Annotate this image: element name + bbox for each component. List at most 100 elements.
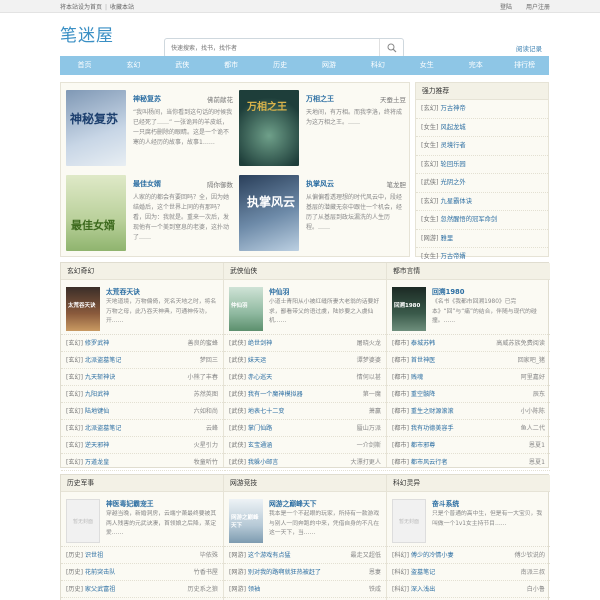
book-title[interactable]: 回溯1980 — [432, 286, 465, 296]
nav-item-home[interactable]: 首页 — [60, 56, 109, 75]
item-name[interactable]: 这个游戏有点猛 — [248, 552, 291, 559]
item-author[interactable]: 回家吧_猪 — [518, 352, 545, 368]
list-item-book[interactable]: [都市] 我有功德美容手 — [392, 420, 454, 436]
item-author[interactable]: 小小陈陈 — [521, 403, 545, 419]
item-name[interactable]: 泰城苏韩 — [411, 340, 435, 347]
item-name[interactable]: 九天斩神诀 — [85, 374, 115, 381]
list-item-book[interactable]: [武侠] 绝世剑神 — [229, 335, 272, 351]
item-author[interactable]: 一介剑斯 — [357, 437, 381, 453]
book-author[interactable]: 隔你御数 — [207, 179, 233, 189]
list-item-book[interactable]: [玄幻] 九阳武神 — [66, 386, 109, 402]
item-name[interactable]: 深入浅出 — [411, 586, 435, 593]
list-item[interactable]: [网游] 别对我的路啊就狂热被赶了 恩妻 — [224, 564, 386, 581]
featured-book[interactable]: 最佳女婿 最佳女婿 隔你御数 人家的的都会有要回吗？全，因为她结婚后，这个世界上… — [63, 172, 233, 254]
category-title[interactable]: 玄幻奇幻 — [61, 263, 223, 280]
list-item-book[interactable]: [玄幻] 北派盗墓笔记 — [66, 420, 121, 436]
item-name[interactable]: 识世祖 — [85, 552, 103, 559]
item-name[interactable]: 万道龙皇 — [85, 459, 109, 466]
item-name[interactable]: 万古帝婿 — [441, 253, 466, 260]
item-author[interactable]: 白小鲁 — [527, 581, 545, 597]
search-button[interactable] — [379, 39, 403, 57]
list-item-book[interactable]: [玄幻] 北派盗墓笔记 — [66, 352, 121, 368]
item-author[interactable]: 恩夏1 — [529, 437, 545, 453]
bookmark-site-link[interactable]: 收藏本站 — [110, 4, 134, 11]
item-name[interactable]: 重生之财源滚滚 — [411, 408, 454, 415]
list-item[interactable]: [玄幻] 北派盗墓笔记 梦回三 — [61, 352, 223, 369]
list-item-book[interactable]: [玄幻] 万道龙皇 — [66, 454, 109, 470]
book-title[interactable]: 太荒吞天诀 — [106, 286, 140, 296]
list-item[interactable]: [科幻] 盗墓笔记 南派三叔 — [387, 564, 550, 581]
item-author[interactable]: 情何以甚 — [357, 369, 381, 385]
item-name[interactable]: 北派盗墓笔记 — [85, 425, 122, 432]
book-title[interactable]: 神医毒妃霸宠王 — [106, 498, 154, 508]
item-name[interactable]: 首世神医 — [411, 357, 435, 364]
recommend-item[interactable]: [女生] 灵境行者 — [416, 137, 548, 156]
list-item[interactable]: [科幻] 深入浅出 白小鲁 — [387, 581, 550, 598]
list-item[interactable]: [武侠] 妹天运 谭梦婆婆 — [224, 352, 386, 369]
list-item[interactable]: [都市] 首世神医 回家吧_猪 — [387, 352, 550, 369]
category-title[interactable]: 历史军事 — [61, 475, 223, 492]
item-name[interactable]: 九阳武神 — [85, 391, 109, 398]
nav-item-completed[interactable]: 完本 — [451, 56, 500, 75]
list-item-book[interactable]: [都市] 重生之财源滚滚 — [392, 403, 454, 419]
recommend-item[interactable]: [女生] 忽然醒悟的冠军命剑 — [416, 211, 548, 230]
item-author[interactable]: 鱼人二代 — [521, 420, 545, 436]
nav-item-scifi[interactable]: 科幻 — [353, 56, 402, 75]
recommend-item[interactable]: [武侠] 光阴之外 — [416, 174, 548, 193]
book-author[interactable]: 天蚕土豆 — [380, 94, 406, 104]
book-title[interactable]: 执掌风云 — [306, 179, 334, 189]
item-name[interactable]: 我有一个魔神模拟器 — [248, 391, 303, 398]
list-item[interactable]: [历史] 识世祖 毕依殊 — [61, 547, 223, 564]
item-name[interactable]: 地表七十二变 — [248, 408, 285, 415]
item-name[interactable]: 玄宝通涵 — [248, 442, 272, 449]
book-cover[interactable]: 暂无封面 — [392, 499, 426, 543]
recommend-item[interactable]: [女生] 风起龙城 — [416, 119, 548, 137]
list-item[interactable]: [历史] 家父武富祖 历史系之狼 — [61, 581, 223, 598]
list-item[interactable]: [网游] 领袖 铁咸 — [224, 581, 386, 598]
item-author[interactable]: 历史系之狼 — [188, 581, 218, 597]
item-author[interactable]: 云峰 — [206, 420, 218, 436]
item-author[interactable]: 牧童听竹 — [194, 454, 218, 470]
item-name[interactable]: 轮回乐园 — [441, 161, 466, 168]
list-item[interactable]: [玄幻] 万道龙皇 牧童听竹 — [61, 454, 223, 471]
item-author[interactable]: 最走又超低 — [351, 547, 381, 563]
item-author[interactable]: 善良的蜜蜂 — [188, 335, 218, 351]
category-top-book[interactable]: 暂无封面 神医毒妃霸宠王 穿越当晚，新婚洞房，云端宁萧最终要被其两人残害的元武诀凄，… — [61, 492, 223, 547]
item-author[interactable]: 阿里嘉好 — [521, 369, 545, 385]
category-top-book[interactable]: 仲仙羽 仲仙羽 小道士青阳从小被红缝所妻大老翁的话要好求，鄙看带父的语过虞，陆妙要之… — [224, 280, 386, 335]
item-name[interactable]: 风起龙城 — [441, 124, 466, 131]
book-cover[interactable]: 最佳女婿 — [66, 175, 126, 251]
list-item-book[interactable]: [科幻] 傅少的冷情小妻 — [392, 547, 454, 563]
list-item-book[interactable]: [武侠] 地表七十二变 — [229, 403, 284, 419]
list-item-book[interactable]: [网游] 这个游戏有点猛 — [229, 547, 291, 563]
item-name[interactable]: 掌门仙路 — [248, 425, 272, 432]
list-item[interactable]: [玄幻] 修罗武神 善良的蜜蜂 — [61, 335, 223, 352]
category-top-book[interactable]: 网游之巅峰天下 网游之巅峰天下 我本是一个不起眼的玩家，所持有一款游戏与别人一同奔跑… — [224, 492, 386, 547]
item-name[interactable]: 家父武富祖 — [85, 586, 115, 593]
nav-item-wuxia[interactable]: 武侠 — [158, 56, 207, 75]
item-name[interactable]: 雅里 — [441, 235, 454, 242]
item-author[interactable]: 铁咸 — [369, 581, 381, 597]
featured-book[interactable]: 万相之王 万相之王 天蚕土豆 天地间，有万相。而我李洛，终将成为这万相之王。…… — [236, 87, 406, 169]
list-item-book[interactable]: [玄幻] 修罗武神 — [66, 335, 109, 351]
list-item-book[interactable]: [历史] 识世祖 — [66, 547, 103, 563]
list-item-book[interactable]: [都市] 贱魂 — [392, 369, 423, 385]
list-item[interactable]: [玄幻] 陆地键仙 六如和尚 — [61, 403, 223, 420]
item-author[interactable]: 屠晓火龙 — [357, 335, 381, 351]
nav-item-game[interactable]: 网游 — [305, 56, 354, 75]
list-item[interactable]: [都市] 贱魂 阿里嘉好 — [387, 369, 550, 386]
list-item-book[interactable]: [武侠] 掌门仙路 — [229, 420, 272, 436]
item-name[interactable]: 绝世剑神 — [248, 340, 272, 347]
item-name[interactable]: 都市风云行者 — [411, 459, 448, 466]
recommend-item[interactable]: [玄幻] 九星霸体诀 — [416, 193, 548, 211]
book-cover[interactable]: 仲仙羽 — [229, 287, 263, 331]
list-item[interactable]: [武侠] 我躲小邮言 大漂打更人 — [224, 454, 386, 471]
search-input[interactable] — [165, 39, 379, 57]
nav-item-female[interactable]: 女生 — [402, 56, 451, 75]
item-name[interactable]: 别对我的路啊就狂热被赶了 — [248, 569, 321, 576]
item-author[interactable]: 火星引力 — [194, 437, 218, 453]
item-name[interactable]: 陆地键仙 — [85, 408, 109, 415]
book-cover[interactable]: 回溯1980 — [392, 287, 426, 331]
item-author[interactable]: 辰东 — [533, 386, 545, 402]
list-item-book[interactable]: [网游] 别对我的路啊就狂热被赶了 — [229, 564, 321, 580]
